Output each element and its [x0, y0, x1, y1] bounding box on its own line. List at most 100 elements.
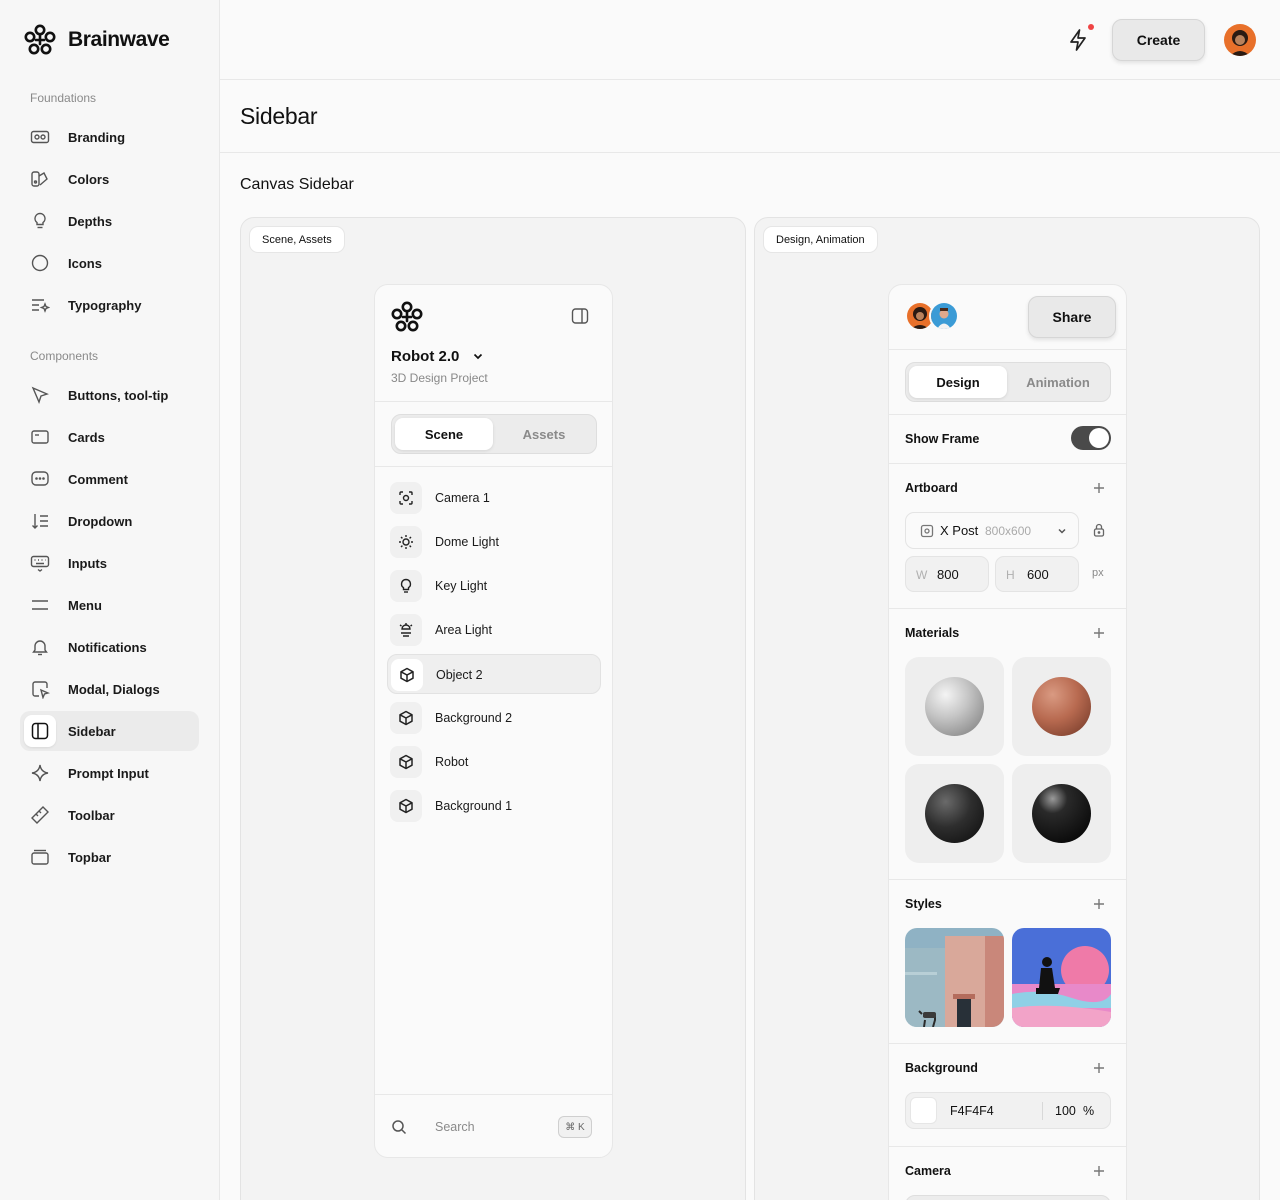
search-input[interactable]: Search — [435, 1120, 475, 1134]
background-hex: F4F4F4 — [950, 1104, 994, 1118]
sidebar-item-label: Inputs — [68, 555, 107, 571]
scene-item-key-light[interactable]: Key Light — [387, 566, 601, 606]
cube-icon — [390, 746, 422, 778]
panel-tag: Design, Animation — [763, 226, 878, 253]
design-sidebar-card: Share Design Animation Show Frame Artboa… — [888, 284, 1127, 1200]
sidebar-item-dropdown[interactable]: Dropdown — [20, 501, 199, 541]
tab-animation[interactable]: Animation — [1009, 366, 1107, 398]
search-shortcut: ⌘ K — [558, 1116, 592, 1138]
material-copper[interactable] — [1012, 657, 1111, 756]
scene-item-robot[interactable]: Robot — [387, 742, 601, 782]
dropdown-icon — [30, 511, 50, 531]
height-field[interactable]: H 600 — [995, 556, 1079, 592]
sidebar-item-label: Colors — [68, 171, 110, 187]
materials-label: Materials — [905, 626, 960, 640]
sidebar-item-notifications[interactable]: Notifications — [20, 627, 199, 667]
topbar: Create — [220, 0, 1280, 80]
sidebar-item-label: Sidebar — [68, 723, 116, 739]
sidebar-item-comment[interactable]: Comment — [20, 459, 199, 499]
scene-item-label: Background 1 — [435, 799, 513, 813]
scene-item-background-1[interactable]: Background 1 — [387, 786, 601, 826]
camera-selector[interactable] — [905, 1195, 1111, 1200]
sidebar-item-depths[interactable]: Depths — [20, 201, 199, 241]
sun-icon — [390, 526, 422, 558]
tab-assets[interactable]: Assets — [495, 418, 593, 450]
scene-item-dome-light[interactable]: Dome Light — [387, 522, 601, 562]
style-thumbnail-sunset[interactable] — [1012, 928, 1111, 1027]
collapse-sidebar-icon[interactable] — [571, 307, 589, 325]
tab-scene[interactable]: Scene — [395, 418, 493, 450]
sidebar-item-topbar[interactable]: Topbar — [20, 837, 199, 877]
project-name[interactable]: Robot 2.0 — [391, 348, 459, 365]
add-icon[interactable] — [1093, 627, 1105, 639]
sidebar-item-buttons[interactable]: Buttons, tool-tip — [20, 375, 199, 415]
sidebar-item-menu[interactable]: Menu — [20, 585, 199, 625]
sidebar-item-branding[interactable]: Branding — [20, 117, 199, 157]
sidebar-item-colors[interactable]: Colors — [20, 159, 199, 199]
artboard-preset-select[interactable]: X Post 800x600 — [905, 512, 1079, 549]
color-swatch[interactable] — [910, 1097, 937, 1124]
scene-item-area-light[interactable]: Area Light — [387, 610, 601, 650]
icons-icon — [30, 253, 50, 273]
lock-icon[interactable] — [1092, 523, 1106, 537]
add-icon[interactable] — [1093, 898, 1105, 910]
scene-item-label: Key Light — [435, 579, 488, 593]
sidebar-item-typography[interactable]: Typography — [20, 285, 199, 325]
tab-design[interactable]: Design — [909, 366, 1007, 398]
add-icon[interactable] — [1093, 1165, 1105, 1177]
collaborator-avatar[interactable] — [929, 301, 959, 331]
scene-item-object-2[interactable]: Object 2 — [387, 654, 601, 694]
sidebar-item-toolbar[interactable]: Toolbar — [20, 795, 199, 835]
sidebar-item-prompt-input[interactable]: Prompt Input — [20, 753, 199, 793]
height-value: 600 — [1027, 567, 1049, 582]
add-icon[interactable] — [1093, 482, 1105, 494]
user-avatar[interactable] — [1224, 24, 1256, 56]
scene-item-camera-1[interactable]: Camera 1 — [387, 478, 601, 518]
material-silver[interactable] — [905, 657, 1004, 756]
nav-section-foundations: Foundations — [30, 91, 97, 105]
create-button[interactable]: Create — [1112, 19, 1205, 61]
artboard-preset: X Post — [940, 523, 979, 538]
scene-item-background-2[interactable]: Background 2 — [387, 698, 601, 738]
divider — [889, 463, 1126, 464]
sidebar-item-cards[interactable]: Cards — [20, 417, 199, 457]
scene-item-label: Dome Light — [435, 535, 499, 549]
styles-label: Styles — [905, 897, 942, 911]
width-field[interactable]: W 800 — [905, 556, 989, 592]
material-black-matte[interactable] — [905, 764, 1004, 863]
sidebar-item-inputs[interactable]: Inputs — [20, 543, 199, 583]
divider — [889, 879, 1126, 880]
camera-label: Camera — [905, 1164, 951, 1178]
sidebar-item-sidebar[interactable]: Sidebar — [20, 711, 199, 751]
sidebar-item-icons[interactable]: Icons — [20, 243, 199, 283]
sparkle-icon — [30, 763, 50, 783]
show-frame-toggle[interactable] — [1071, 426, 1111, 450]
chevron-down-icon[interactable] — [471, 349, 485, 363]
area-light-icon — [390, 614, 422, 646]
notification-dot — [1088, 24, 1094, 30]
cube-icon — [391, 659, 423, 691]
sidebar-item-label: Branding — [68, 129, 126, 145]
sidebar-item-label: Toolbar — [68, 807, 115, 823]
style-thumbnail-architecture[interactable] — [905, 928, 1004, 1027]
sidebar-icon — [30, 721, 50, 741]
share-button[interactable]: Share — [1028, 296, 1116, 338]
design-animation-panel: Design, Animation Share Design Animation… — [754, 217, 1260, 1200]
background-color-field[interactable]: F4F4F4 100 % — [905, 1092, 1111, 1129]
opacity-unit: % — [1083, 1104, 1095, 1118]
brand[interactable]: Brainwave — [24, 24, 170, 56]
add-icon[interactable] — [1093, 1062, 1105, 1074]
divider — [375, 401, 612, 402]
nav-section-components: Components — [30, 349, 99, 363]
field-divider — [1042, 1102, 1043, 1120]
scene-item-label: Background 2 — [435, 711, 513, 725]
topbar-icon — [30, 847, 50, 867]
sidebar-item-modal[interactable]: Modal, Dialogs — [20, 669, 199, 709]
modal-icon — [30, 679, 50, 699]
bolt-icon[interactable] — [1065, 27, 1091, 53]
material-black-glossy[interactable] — [1012, 764, 1111, 863]
sidebar-item-label: Buttons, tool-tip — [68, 387, 169, 403]
sidebar-item-label: Modal, Dialogs — [68, 681, 160, 697]
comment-icon — [30, 469, 50, 489]
page-header: Sidebar — [220, 80, 1280, 153]
